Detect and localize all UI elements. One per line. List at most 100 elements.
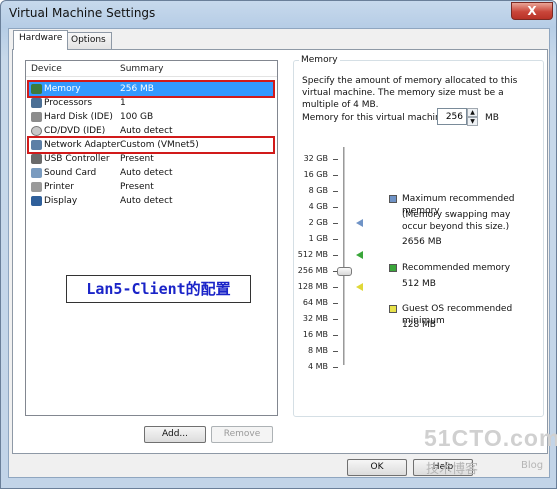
recommended-label: Recommended memory [402, 263, 511, 273]
sound-card-icon [31, 168, 42, 178]
memory-description: Specify the amount of memory allocated t… [302, 76, 518, 110]
memory-slider-track[interactable] [343, 147, 345, 365]
scale-tick [333, 319, 338, 320]
minimum-legend-icon [389, 305, 397, 313]
recommended-marker-icon [356, 251, 363, 259]
device-name: Network Adapter [44, 140, 121, 150]
device-summary: Auto detect [120, 126, 173, 136]
tab-hardware[interactable]: Hardware [13, 30, 69, 50]
device-row-sound-card[interactable]: Sound Card Auto detect [29, 166, 274, 180]
scale-label: 4 GB [308, 202, 328, 211]
scale-label: 128 MB [297, 282, 328, 291]
device-summary: Present [120, 154, 154, 164]
device-row-cd-dvd[interactable]: CD/DVD (IDE) Auto detect [29, 124, 274, 138]
cd-dvd-icon [31, 126, 42, 136]
scale-label: 16 MB [302, 330, 328, 339]
spin-up-button[interactable]: ▲ [467, 108, 478, 117]
memory-group-title: Memory [299, 55, 340, 65]
device-name: Hard Disk (IDE) [44, 112, 113, 122]
settings-window: Virtual Machine Settings X Hardware Opti… [0, 0, 557, 489]
network-adapter-icon [31, 140, 42, 150]
title-bar: Virtual Machine Settings X [1, 1, 557, 25]
scale-tick [333, 223, 338, 224]
blog-suffix-watermark: Blog [521, 460, 544, 471]
site-watermark: 51CTO.com [424, 425, 557, 451]
scale-tick [333, 303, 338, 304]
scale-tick [333, 191, 338, 192]
scale-tick [333, 367, 338, 368]
tab-options[interactable]: Options [65, 32, 112, 49]
device-summary: Auto detect [120, 196, 173, 206]
device-name: Memory [44, 84, 81, 94]
device-row-hard-disk[interactable]: Hard Disk (IDE) 100 GB [29, 110, 274, 124]
device-summary: 100 GB [120, 112, 154, 122]
device-name: CD/DVD (IDE) [44, 126, 106, 136]
scale-label: 256 MB [297, 266, 328, 275]
window-title: Virtual Machine Settings [9, 6, 156, 20]
scale-label: 16 GB [303, 170, 328, 179]
device-summary: Present [120, 182, 154, 192]
minimum-marker-icon [356, 283, 363, 291]
device-name: Display [44, 196, 78, 206]
max-recommended-value: 2656 MB [402, 237, 442, 247]
scale-tick [333, 351, 338, 352]
annotation-label: Lan5-Client的配置 [66, 275, 251, 303]
processor-icon [31, 98, 42, 108]
device-name: Printer [44, 182, 74, 192]
scale-tick [333, 287, 338, 288]
device-column-header[interactable]: Device [31, 64, 62, 74]
scale-tick [333, 207, 338, 208]
device-name: Sound Card [44, 168, 97, 178]
scale-tick [333, 175, 338, 176]
max-recommended-note: (Memory swapping may occur beyond this s… [402, 210, 511, 232]
scale-tick [333, 159, 338, 160]
device-row-display[interactable]: Display Auto detect [29, 194, 274, 208]
recommended-value: 512 MB [402, 279, 436, 289]
scale-label: 32 MB [302, 314, 328, 323]
device-summary: 256 MB [120, 84, 154, 94]
close-button[interactable]: X [511, 2, 553, 20]
display-icon [31, 196, 42, 206]
printer-icon [31, 182, 42, 192]
memory-unit: MB [485, 113, 499, 123]
scale-label: 2 GB [308, 218, 328, 227]
scale-tick [333, 335, 338, 336]
scale-label: 8 GB [308, 186, 328, 195]
minimum-value: 128 MB [402, 320, 436, 330]
max-recommended-marker-icon [356, 219, 363, 227]
device-name: USB Controller [44, 154, 110, 164]
memory-icon [31, 84, 42, 94]
memory-slider-thumb[interactable] [337, 267, 352, 276]
device-row-memory[interactable]: Memory 256 MB [29, 82, 274, 96]
summary-column-header[interactable]: Summary [120, 64, 164, 74]
hard-disk-icon [31, 112, 42, 122]
device-summary: Auto detect [120, 168, 173, 178]
device-row-network-adapter[interactable]: Network Adapter Custom (VMnet5) [29, 138, 274, 152]
add-button[interactable]: Add... [144, 426, 206, 443]
scale-label: 4 MB [307, 362, 328, 371]
memory-size-input[interactable] [437, 108, 467, 125]
scale-label: 64 MB [302, 298, 328, 307]
device-summary: Custom (VMnet5) [120, 140, 199, 150]
device-row-processors[interactable]: Processors 1 [29, 96, 274, 110]
ok-button[interactable]: OK [347, 459, 407, 476]
device-list[interactable]: Device Summary Memory 256 MB Processors … [25, 60, 278, 416]
device-summary: 1 [120, 98, 126, 108]
scale-label: 512 MB [297, 250, 328, 259]
device-row-usb-controller[interactable]: USB Controller Present [29, 152, 274, 166]
spin-down-button[interactable]: ▼ [467, 117, 478, 126]
hardware-panel: Device Summary Memory 256 MB Processors … [12, 49, 548, 454]
scale-label: 8 MB [307, 346, 328, 355]
scale-label: 32 GB [303, 154, 328, 163]
recommended-legend-icon [389, 264, 397, 272]
device-row-printer[interactable]: Printer Present [29, 180, 274, 194]
blog-watermark: 技术博客 [426, 462, 479, 477]
memory-group: Memory Specify the amount of memory allo… [293, 55, 544, 417]
scale-tick [333, 239, 338, 240]
usb-icon [31, 154, 42, 164]
remove-button[interactable]: Remove [211, 426, 273, 443]
device-name: Processors [44, 98, 93, 108]
scale-label: 1 GB [308, 234, 328, 243]
dialog-client: Hardware Options Device Summary Memory 2… [8, 28, 550, 478]
max-recommended-legend-icon [389, 195, 397, 203]
